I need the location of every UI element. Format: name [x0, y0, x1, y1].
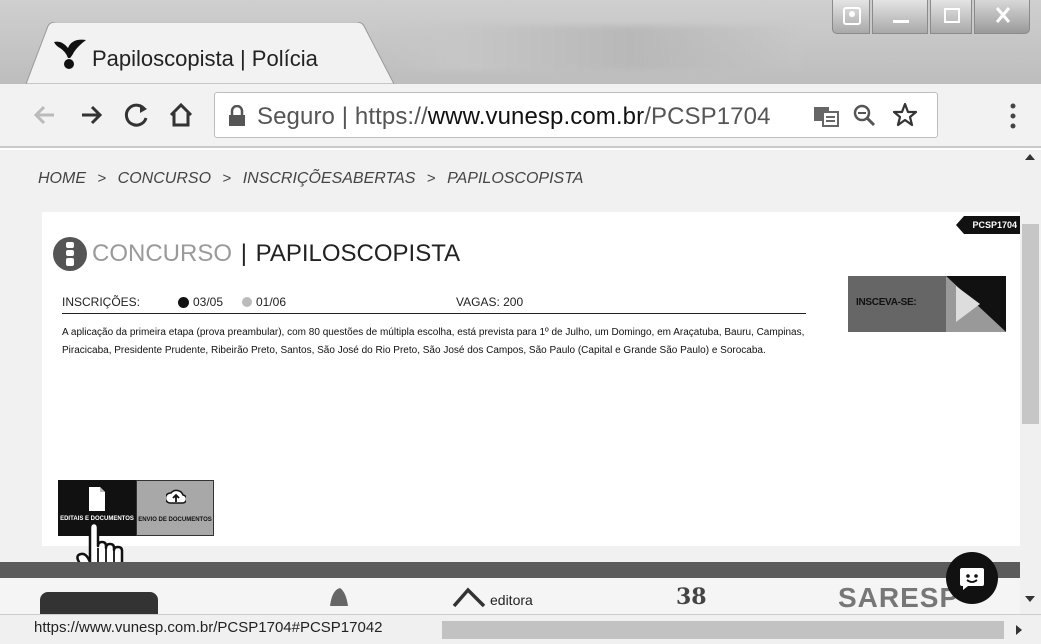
inscreva-se-button[interactable]: INSCEVA-SE:: [848, 276, 1006, 332]
browser-title-bar: Papiloscopista | Polícia: [0, 0, 1041, 84]
breadcrumb-separator: >: [426, 170, 436, 187]
envio-documentos-button[interactable]: ENVIO DE DOCUMENTOS: [136, 480, 214, 536]
title-separator: |: [240, 240, 247, 267]
footer-band: [0, 562, 1020, 578]
url-host: www.vunesp.com.br: [427, 103, 645, 130]
minimize-button[interactable]: [872, 0, 928, 34]
zoom-icon[interactable]: [851, 102, 877, 128]
title-concurso: CONCURSO: [92, 240, 233, 267]
url-scheme: https://: [354, 103, 428, 130]
breadcrumb: HOME > CONCURSO > INSCRIÇÕESABERTAS > PA…: [38, 170, 583, 188]
browser-toolbar: Seguro | https://www.vunesp.com.br/PCSP1…: [0, 84, 1041, 148]
concurso-description: A aplicação da primeira etapa (prova pre…: [62, 327, 805, 356]
vagas-count: VAGAS: 200: [456, 295, 524, 309]
bird-logo-icon: [54, 39, 86, 69]
play-arrow-icon: [946, 276, 1006, 332]
end-date-dot-icon: [242, 297, 252, 307]
url-path: /PCSP1704: [644, 103, 771, 130]
inscricoes-start-date: 03/05: [193, 295, 224, 309]
partner-logos-strip: editora 38 SARESP: [0, 578, 1020, 614]
breadcrumb-concurso[interactable]: CONCURSO: [118, 170, 211, 187]
editora-logo-text: editora: [490, 592, 533, 608]
concurso-card: PCSP1704 CONCURSO | PAPILOSCOPISTA INSCR…: [42, 212, 1020, 546]
inscricoes-end-date: 01/06: [256, 295, 287, 309]
translate-icon[interactable]: [813, 103, 839, 129]
home-icon[interactable]: [164, 98, 198, 132]
breadcrumb-home[interactable]: HOME: [38, 170, 86, 187]
scroll-up-icon[interactable]: [1024, 152, 1036, 162]
info-icon: [53, 237, 87, 271]
close-icon: [995, 7, 1011, 23]
kebab-menu-icon[interactable]: [1006, 100, 1020, 132]
tab-title: Papiloscopista | Polícia: [92, 46, 318, 71]
inscricoes-info-row: INSCRIÇÕES: 03/05 01/06 VAGAS: 200: [62, 292, 806, 314]
document-icon: [89, 487, 105, 511]
minimize-icon: [893, 20, 909, 23]
status-bar: https://www.vunesp.com.br/PCSP1704#PCSP1…: [0, 614, 1041, 644]
inscricoes-label: INSCRIÇÕES:: [62, 295, 141, 309]
scroll-thumb[interactable]: [1022, 224, 1039, 424]
partner-logo-saresp[interactable]: SARESP: [838, 582, 959, 614]
status-url: https://www.vunesp.com.br/PCSP1704#PCSP1…: [34, 619, 383, 636]
profile-window-button[interactable]: [832, 0, 870, 34]
editora-logo-icon: [452, 587, 486, 608]
maximize-button[interactable]: [930, 0, 972, 34]
breadcrumb-papiloscopista[interactable]: PAPILOSCOPISTA: [447, 170, 583, 187]
partner-logo-editora[interactable]: editora: [452, 586, 562, 614]
vertical-scrollbar[interactable]: [1020, 150, 1041, 614]
envio-documentos-label: ENVIO DE DOCUMENTOS: [138, 517, 212, 523]
partner-logo-38[interactable]: 38: [676, 584, 707, 610]
star-icon[interactable]: [891, 101, 919, 129]
breadcrumb-separator: >: [97, 170, 107, 187]
address-bar[interactable]: Seguro | https://www.vunesp.com.br/PCSP1…: [214, 92, 938, 138]
close-window-button[interactable]: [974, 0, 1030, 34]
url-separator: |: [341, 103, 349, 130]
title-papiloscopista: PAPILOSCOPISTA: [255, 240, 461, 267]
page-title: CONCURSO | PAPILOSCOPISTA: [92, 240, 460, 268]
breadcrumb-inscricoes[interactable]: INSCRIÇÕESABERTAS: [243, 170, 416, 187]
chat-button[interactable]: [946, 552, 998, 604]
user-icon: [843, 7, 861, 25]
partner-logo-dark[interactable]: [40, 592, 158, 614]
breadcrumb-separator: >: [222, 170, 232, 187]
chat-icon: [960, 568, 984, 590]
arrow-left-icon[interactable]: [28, 98, 62, 132]
code-tag: PCSP1704: [956, 216, 1020, 234]
horizontal-scroll-thumb[interactable]: [442, 621, 1004, 639]
url-text[interactable]: Seguro | https://www.vunesp.com.br/PCSP1…: [257, 103, 771, 131]
scroll-down-icon[interactable]: [1024, 594, 1036, 604]
browser-tab-active[interactable]: Papiloscopista | Polícia: [26, 22, 396, 84]
page-viewport: HOME > CONCURSO > INSCRIÇÕESABERTAS > PA…: [0, 150, 1020, 582]
start-date-dot-icon: [178, 297, 189, 308]
lock-icon: [229, 105, 245, 126]
scroll-right-icon[interactable]: [1014, 624, 1024, 636]
cloud-upload-icon: [166, 489, 186, 504]
reload-icon[interactable]: [120, 98, 154, 132]
arrow-right-icon[interactable]: [74, 98, 108, 132]
inscreva-se-label: INSCEVA-SE:: [856, 297, 917, 308]
partner-logo-figure-icon[interactable]: [326, 586, 350, 608]
maximize-icon: [944, 8, 960, 23]
secure-label: Seguro: [257, 103, 335, 130]
blurred-background-tabs: [380, 26, 800, 70]
